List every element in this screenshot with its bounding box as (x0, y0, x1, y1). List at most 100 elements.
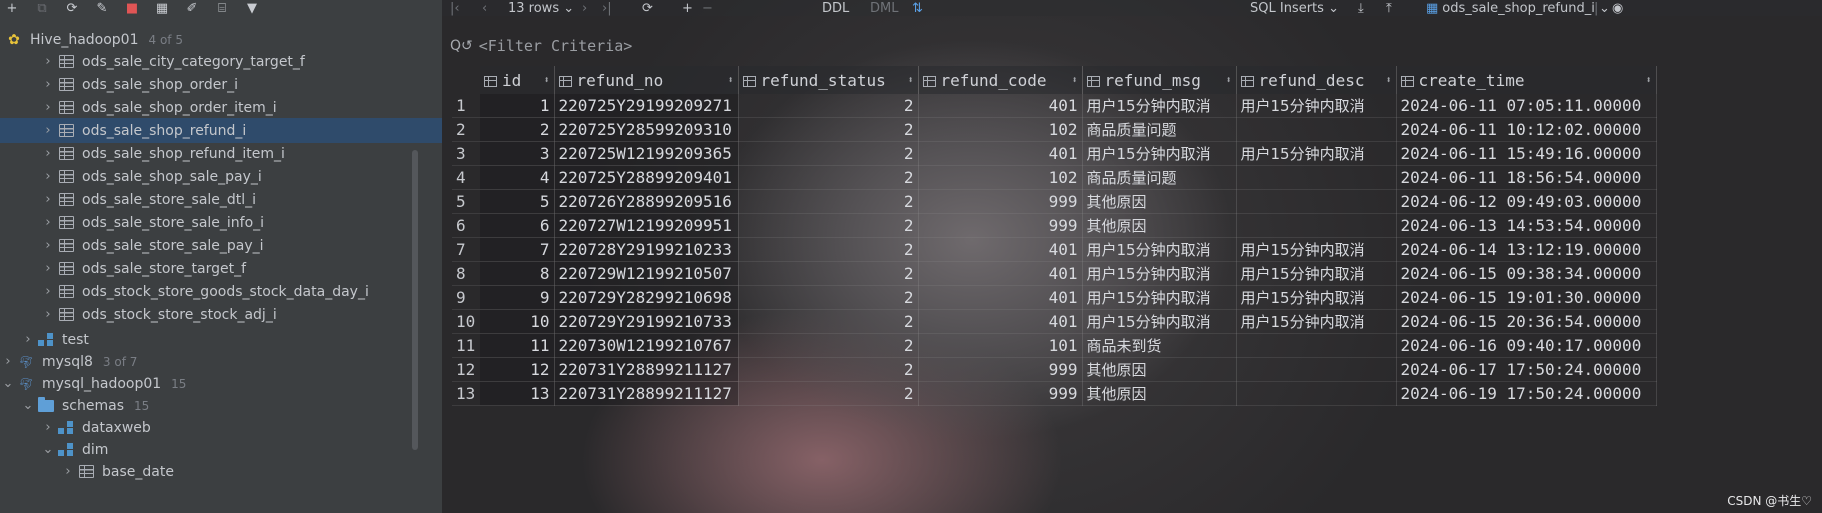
table-cell-refund-msg[interactable]: 用户15分钟内取消 (1082, 94, 1237, 118)
table-cell-refund-no[interactable]: 220725Y29199209271 (554, 94, 739, 118)
next-page-icon[interactable]: › (582, 0, 587, 16)
table-cell-refund-code[interactable]: 401 (918, 237, 1083, 262)
table-cell-refund-no[interactable]: 220726Y28899209516 (554, 189, 739, 214)
table-cell-refund-no[interactable]: 220725Y28899209401 (554, 165, 739, 190)
table-cell-id[interactable]: 8 (480, 261, 555, 286)
table-row[interactable]: 13 13 220731Y28899211127 2 999 其他原因 2024-06-19… (452, 381, 1657, 406)
table-cell-refund-code[interactable]: 102 (918, 117, 1083, 142)
export-format-select[interactable]: SQL Inserts ⌄ (1250, 0, 1339, 16)
table-cell-refund-msg[interactable]: 其他原因 (1082, 381, 1237, 406)
table-row[interactable]: 4 4 220725Y28899209401 2 102 商品质量问题 2024-06-11… (452, 165, 1657, 190)
rows-selector[interactable]: 13 rows ⌄ (508, 0, 574, 16)
table-cell-refund-status[interactable]: 2 (738, 261, 919, 286)
table-cell-refund-code[interactable]: 401 (918, 94, 1083, 118)
table-row[interactable]: 9 9 220729Y28299210698 2 401 用户15分钟内取消 用户15分钟内… (452, 285, 1657, 310)
filter-bar[interactable]: Q↺ <Filter Criteria> (442, 33, 1822, 59)
column-header-refund-status[interactable]: refund_status ⬍ (738, 66, 919, 94)
sort-icon[interactable]: ⬍ (1225, 75, 1231, 86)
table-cell-refund-status[interactable]: 2 (738, 333, 919, 358)
column-header-refund-msg[interactable]: refund_msg ⬍ (1082, 66, 1237, 94)
table-cell-create-time[interactable]: 2024-06-11 15:49:16.00000 (1396, 141, 1657, 166)
chevron-right-icon[interactable]: › (40, 238, 56, 253)
table-row[interactable]: 10 10 220729Y29199210733 2 401 用户15分钟内取消 用户15分… (452, 309, 1657, 334)
table-cell-create-time[interactable]: 2024-06-11 18:56:54.00000 (1396, 165, 1657, 190)
table-cell-create-time[interactable]: 2024-06-11 10:12:02.00000 (1396, 117, 1657, 142)
column-header-refund-desc[interactable]: refund_desc ⬍ (1236, 66, 1397, 94)
prev-page-icon[interactable]: ‹ (482, 0, 487, 16)
table-row[interactable]: 6 6 220727W12199209951 2 999 其他原因 2024-06-13 1… (452, 213, 1657, 238)
table-cell-refund-status[interactable]: 2 (738, 165, 919, 190)
table-cell-refund-status[interactable]: 2 (738, 285, 919, 310)
tree-item-table[interactable]: › ods_sale_shop_order_item_i (0, 95, 442, 120)
table-cell-refund-desc[interactable]: 用户15分钟内取消 (1236, 309, 1397, 334)
tree-item-table[interactable]: › ods_stock_store_goods_stock_data_day_i (0, 279, 442, 304)
sort-icon[interactable]: ⬍ (1385, 75, 1391, 86)
upload-icon[interactable]: ⤒ (1386, 0, 1392, 16)
table-cell-refund-desc[interactable] (1236, 165, 1397, 190)
table-cell-refund-msg[interactable]: 其他原因 (1082, 357, 1237, 382)
table-cell-refund-code[interactable]: 401 (918, 285, 1083, 310)
chevron-right-icon[interactable]: › (40, 100, 56, 115)
table-cell-create-time[interactable]: 2024-06-15 20:36:54.00000 (1396, 309, 1657, 334)
chevron-down-icon[interactable]: ⌄ (40, 442, 56, 457)
table-cell-id[interactable]: 12 (480, 357, 555, 382)
table-cell-refund-no[interactable]: 220731Y28899211127 (554, 357, 739, 382)
chevron-right-icon[interactable]: › (40, 192, 56, 207)
table-cell-id[interactable]: 1 (480, 94, 555, 118)
chevron-right-icon[interactable]: › (40, 307, 56, 322)
ddl-button[interactable]: DDL (822, 0, 849, 16)
table-row[interactable]: 12 12 220731Y28899211127 2 999 其他原因 2024-06-17… (452, 357, 1657, 382)
table-row[interactable]: 7 7 220728Y29199210233 2 401 用户15分钟内取消 用户15分钟内… (452, 237, 1657, 262)
chevron-down-icon[interactable]: ⌄ (20, 398, 36, 413)
table-cell-refund-code[interactable]: 401 (918, 309, 1083, 334)
table-cell-refund-desc[interactable]: 用户15分钟内取消 (1236, 285, 1397, 310)
chevron-right-icon[interactable]: › (40, 123, 56, 138)
table-cell-refund-code[interactable]: 101 (918, 333, 1083, 358)
table-cell-refund-msg[interactable]: 用户15分钟内取消 (1082, 309, 1237, 334)
chevron-right-icon[interactable]: › (40, 215, 56, 230)
tree-item-table[interactable]: › ods_sale_city_category_target_f (0, 49, 442, 74)
tree-item-table[interactable]: › ods_sale_shop_sale_pay_i (0, 164, 442, 189)
first-page-icon[interactable]: |‹ (450, 0, 460, 16)
table-selector[interactable]: ▦ ods_sale_shop_refund_i ⌄ (1426, 0, 1610, 16)
table-cell-create-time[interactable]: 2024-06-17 17:50:24.00000 (1396, 357, 1657, 382)
table-cell-refund-status[interactable]: 2 (738, 117, 919, 142)
tree-item-table[interactable]: › ods_sale_store_target_f (0, 256, 442, 281)
explorer-scrollbar[interactable] (412, 150, 418, 450)
chevron-down-icon[interactable]: ⌄ (0, 376, 16, 391)
table-cell-id[interactable]: 13 (480, 381, 555, 406)
filter-icon[interactable]: ▼ (244, 1, 260, 15)
table-cell-refund-desc[interactable]: 用户15分钟内取消 (1236, 237, 1397, 262)
table-cell-refund-no[interactable]: 220729Y28299210698 (554, 285, 739, 310)
sql-console-icon[interactable]: ⌸ (214, 1, 230, 15)
download-icon[interactable]: ⤓ (1358, 0, 1364, 16)
tree-item-table[interactable]: › ods_sale_store_sale_info_i (0, 210, 442, 235)
table-cell-refund-desc[interactable]: 用户15分钟内取消 (1236, 94, 1397, 118)
sort-icon[interactable]: ⬍ (1071, 75, 1077, 86)
table-cell-create-time[interactable]: 2024-06-19 17:50:24.00000 (1396, 381, 1657, 406)
table-cell-refund-status[interactable]: 2 (738, 94, 919, 118)
copy-icon[interactable]: ⧉ (34, 1, 50, 15)
column-header-id[interactable]: id ⬍ (480, 66, 555, 94)
table-row[interactable]: 2 2 220725Y28599209310 2 102 商品质量问题 2024-06-11… (452, 117, 1657, 142)
tree-item-table[interactable]: › ods_sale_shop_refund_item_i (0, 141, 442, 166)
table-cell-refund-msg[interactable]: 商品质量问题 (1082, 165, 1237, 190)
column-header-refund-no[interactable]: refund_no ⬍ (554, 66, 739, 94)
table-cell-id[interactable]: 7 (480, 237, 555, 262)
table-cell-refund-status[interactable]: 2 (738, 357, 919, 382)
table-cell-refund-no[interactable]: 220729Y29199210733 (554, 309, 739, 334)
chevron-right-icon[interactable]: › (60, 464, 76, 479)
sort-icon[interactable]: ⬍ (907, 75, 913, 86)
table-cell-create-time[interactable]: 2024-06-15 09:38:34.00000 (1396, 261, 1657, 286)
table-cell-refund-msg[interactable]: 用户15分钟内取消 (1082, 285, 1237, 310)
table-cell-refund-no[interactable]: 220725Y28599209310 (554, 117, 739, 142)
table-cell-refund-msg[interactable]: 用户15分钟内取消 (1082, 237, 1237, 262)
table-cell-create-time[interactable]: 2024-06-12 09:49:03.00000 (1396, 189, 1657, 214)
last-page-icon[interactable]: ›| (602, 0, 612, 16)
table-cell-refund-code[interactable]: 999 (918, 381, 1083, 406)
chevron-right-icon[interactable]: › (0, 354, 16, 369)
chevron-right-icon[interactable]: › (40, 77, 56, 92)
table-cell-id[interactable]: 10 (480, 309, 555, 334)
table-cell-refund-no[interactable]: 220728Y29199210233 (554, 237, 739, 262)
table-cell-refund-desc[interactable] (1236, 189, 1397, 214)
